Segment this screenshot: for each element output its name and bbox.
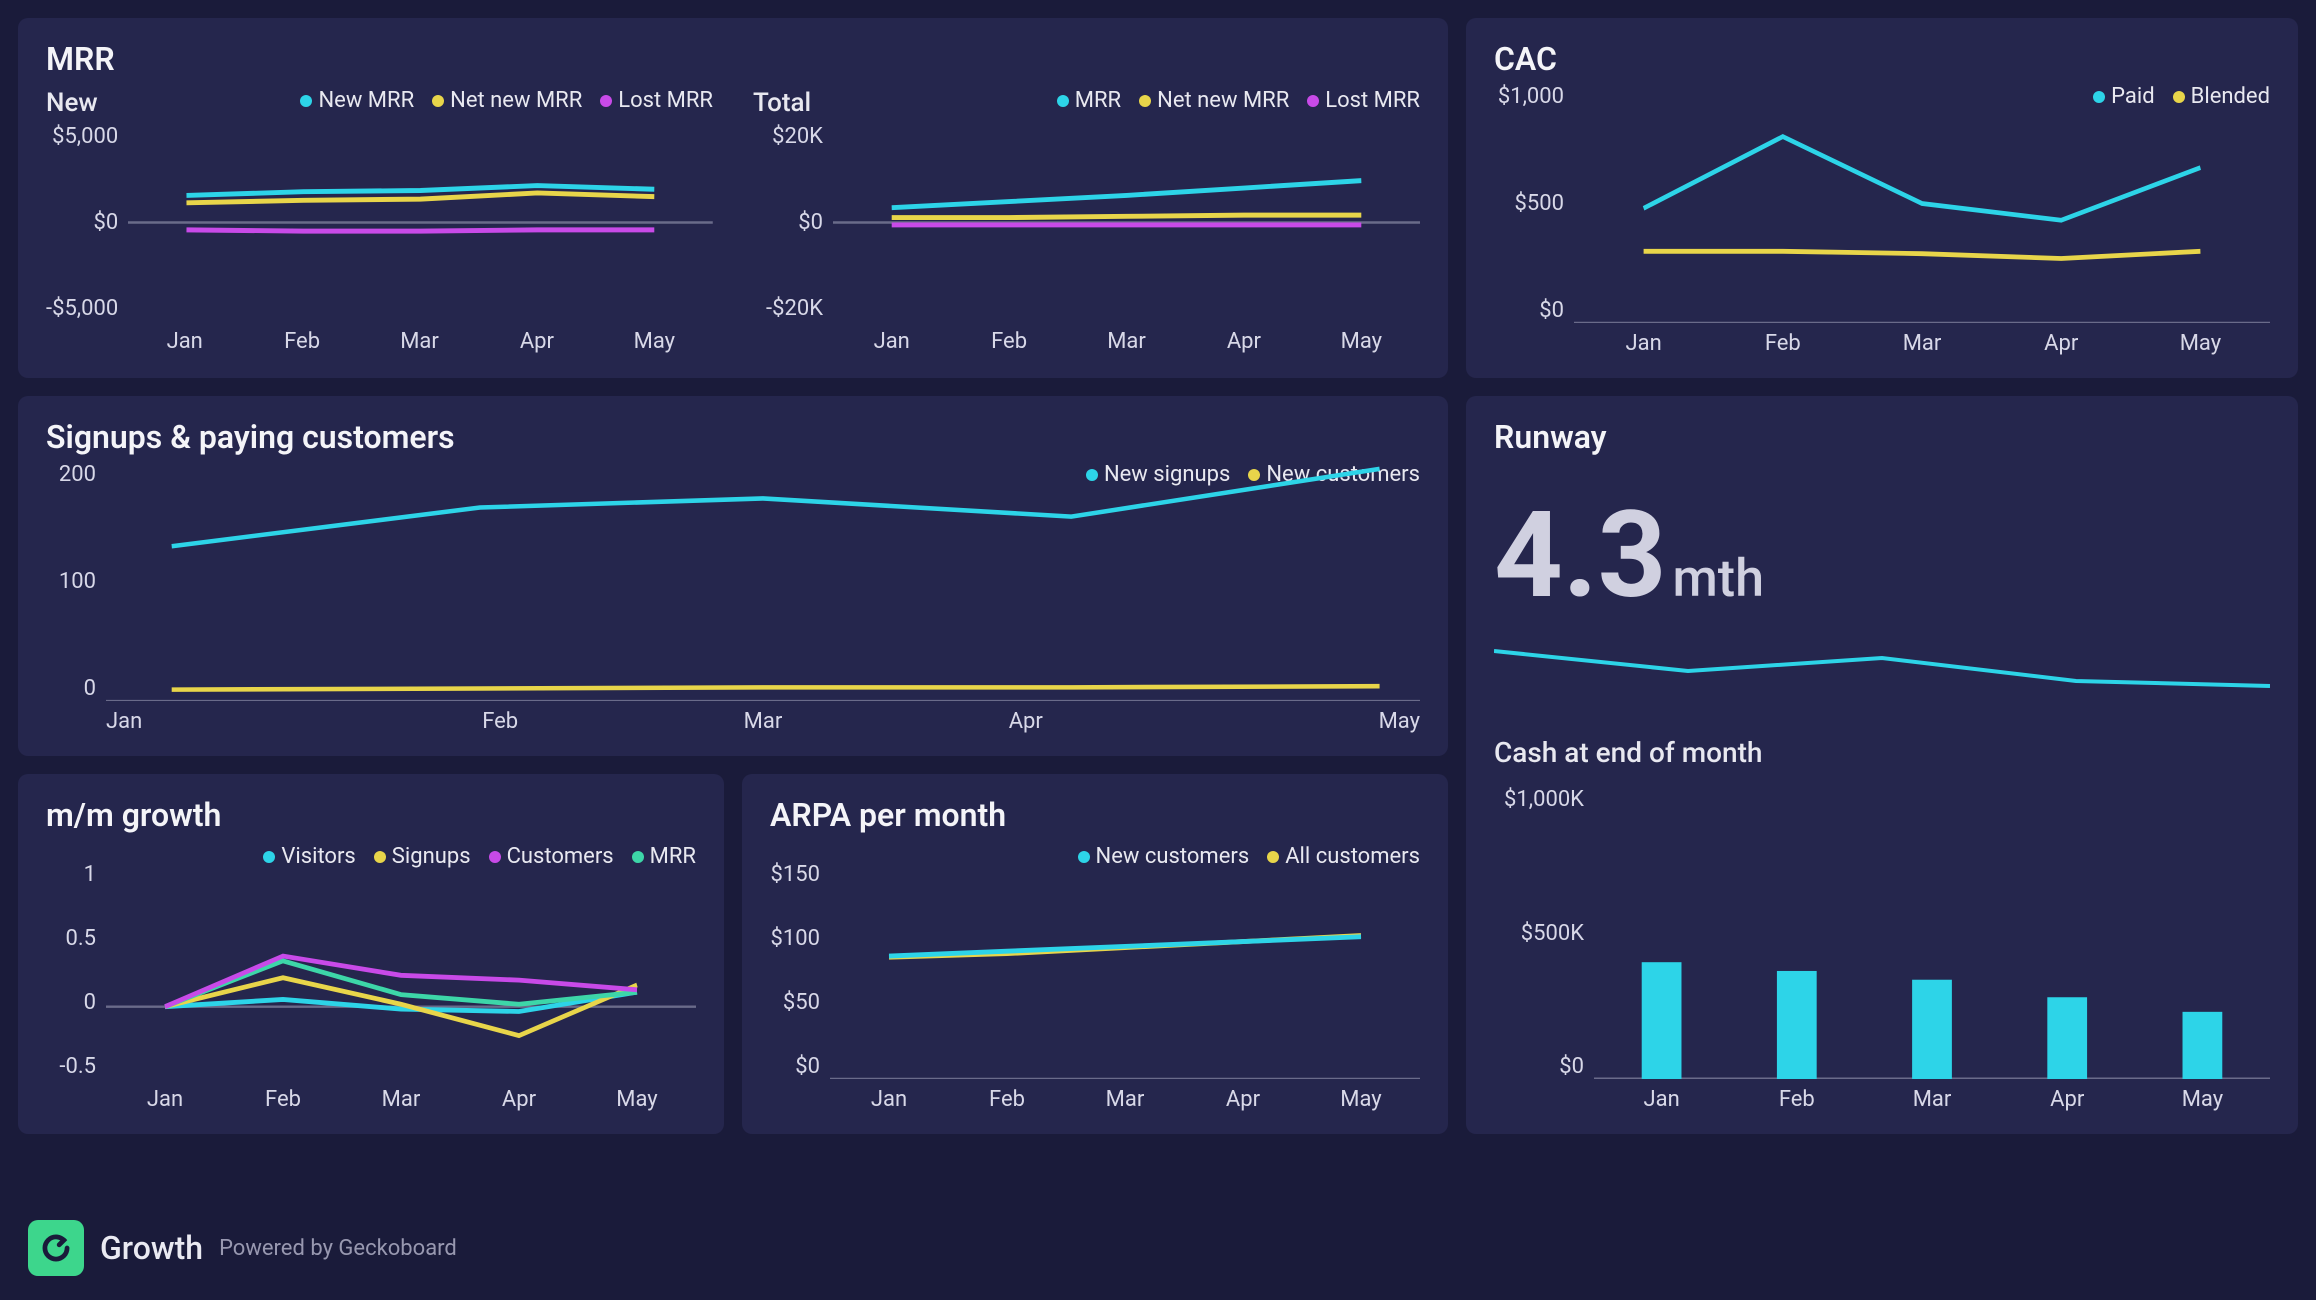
legend-item: Lost MRR [1307,88,1420,113]
cash-title: Cash at end of month [1494,736,2270,769]
runway-sparkline [1494,636,2270,706]
x-axis: Jan Feb Mar Apr May [46,321,713,354]
legend-item: Lost MRR [600,88,713,113]
dot-icon [300,95,312,107]
dot-icon [1139,95,1151,107]
dot-icon [263,851,275,863]
cash-chart [1594,787,2270,1079]
legend-item: MRR [1057,88,1121,113]
dot-icon [1267,851,1279,863]
signups-card: Signups & paying customers New signups N… [18,396,1448,756]
bottom-row: m/m growth Visitors Signups Customers MR… [18,774,1448,1134]
x-axis: Jan Feb Mar Apr May [46,1079,696,1112]
mrr-total-chart [833,124,1420,321]
y-axis: 200 100 0 [46,462,106,701]
y-axis: $20K $0 -$20K [753,124,833,321]
growth-title: m/m growth [46,796,696,834]
y-axis: $5,000 $0 -$5,000 [46,124,128,321]
dot-icon [1057,95,1069,107]
x-axis: Jan Feb Mar Apr May [46,701,1420,734]
mrr-card: MRR New New MRR Net new MRR Lost MRR $5,… [18,18,1448,378]
runway-title: Runway [1494,418,2270,456]
dot-icon [432,95,444,107]
footer-brand: Growth [100,1229,203,1267]
signups-chart [106,462,1420,701]
x-axis: Jan Feb Mar Apr May [770,1079,1420,1112]
legend-item: New MRR [300,88,414,113]
mrr-total-legend: MRR Net new MRR Lost MRR [1057,88,1420,113]
arpa-title: ARPA per month [770,796,1420,834]
dot-icon [1078,851,1090,863]
mrr-title: MRR [46,40,1420,78]
legend-item: Net new MRR [1139,88,1289,113]
y-axis: 1 0.5 0 -0.5 [46,862,106,1079]
signups-title: Signups & paying customers [46,418,1420,456]
legend-item: Net new MRR [432,88,582,113]
runway-card: Runway 4.3mth Cash at end of month $1,00… [1466,396,2298,1134]
mrr-total-panel: Total MRR Net new MRR Lost MRR $20K $0 -… [753,88,1420,354]
mrr-new-legend: New MRR Net new MRR Lost MRR [300,88,713,113]
arpa-chart [830,862,1420,1079]
footer-powered: Powered by Geckoboard [219,1236,457,1261]
cac-chart [1574,84,2270,323]
dot-icon [374,851,386,863]
runway-value: 4.3mth [1494,496,2270,616]
dot-icon [1307,95,1319,107]
footer: Growth Powered by Geckoboard [28,1220,457,1276]
cac-card: CAC Paid Blended $1,000 $500 $0 [1466,18,2298,378]
mrr-new-chart [128,124,713,321]
dot-icon [489,851,501,863]
growth-card: m/m growth Visitors Signups Customers MR… [18,774,724,1134]
y-axis: $150 $100 $50 $0 [770,862,830,1079]
y-axis: $1,000K $500K $0 [1494,787,1594,1079]
x-axis: Jan Feb Mar Apr May [753,321,1420,354]
growth-chart [106,862,696,1079]
x-axis: Jan Feb Mar Apr May [1494,323,2270,356]
dot-icon [600,95,612,107]
cac-title: CAC [1494,40,2270,78]
geckoboard-logo-icon [28,1220,84,1276]
arpa-card: ARPA per month New customers All custome… [742,774,1448,1134]
mrr-new-panel: New New MRR Net new MRR Lost MRR $5,000 … [46,88,713,354]
x-axis: Jan Feb Mar Apr May [1494,1079,2270,1112]
dot-icon [632,851,644,863]
dashboard-grid: MRR New New MRR Net new MRR Lost MRR $5,… [18,18,2298,1134]
y-axis: $1,000 $500 $0 [1494,84,1574,323]
